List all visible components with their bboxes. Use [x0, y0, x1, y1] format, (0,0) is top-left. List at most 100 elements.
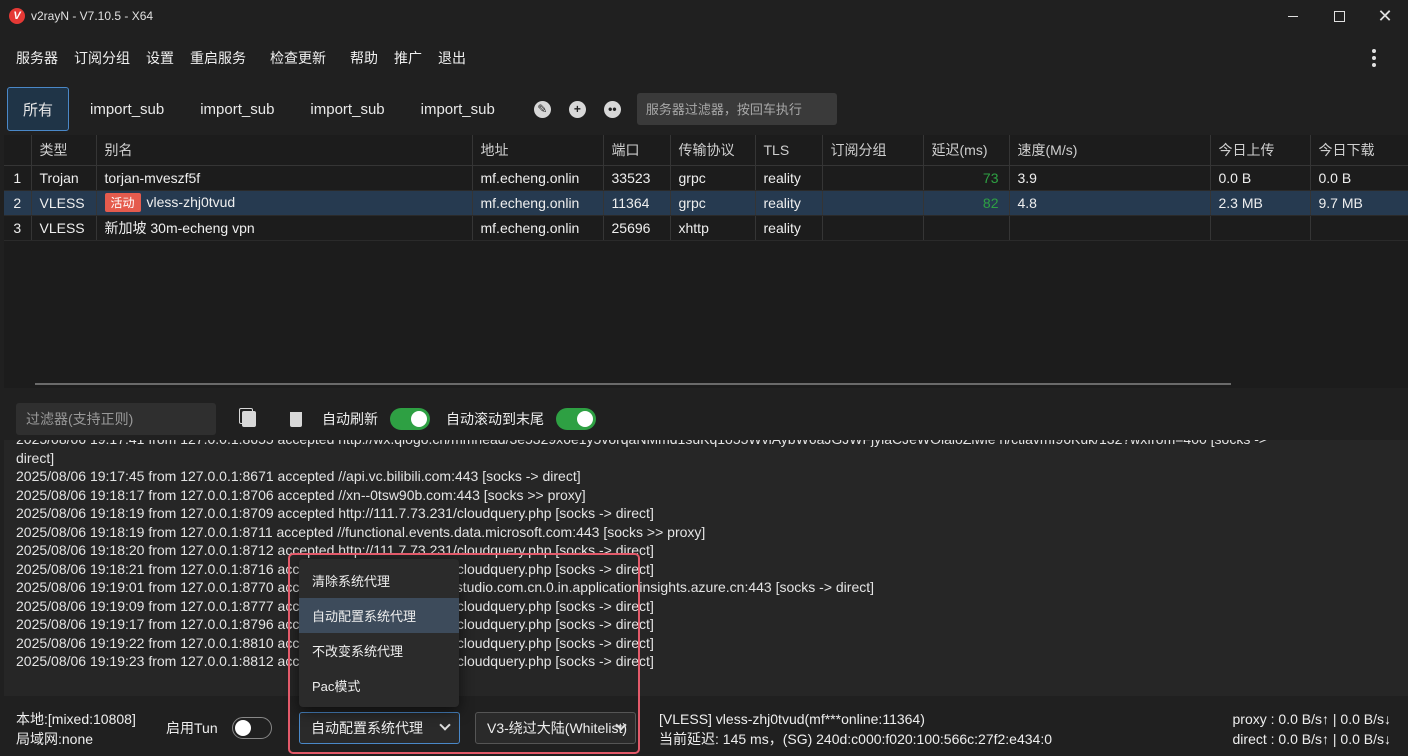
col-address[interactable]: 地址	[472, 135, 604, 166]
app-logo-icon: V	[9, 8, 25, 24]
routing-value: V3-绕过大陆(Whitelist)	[487, 720, 628, 736]
tab-import-sub-4[interactable]: import_sub	[406, 87, 510, 131]
col-transport[interactable]: 传输协议	[670, 135, 756, 166]
option-auto-system-proxy[interactable]: 自动配置系统代理	[299, 598, 459, 633]
auto-scroll-label: 自动滚动到末尾	[446, 411, 544, 427]
auto-refresh-label: 自动刷新	[322, 411, 378, 427]
log-line: 2025/08/06 19:18:21 from 127.0.0.1:8716 …	[16, 560, 654, 577]
tab-import-sub-3[interactable]: import_sub	[295, 87, 399, 131]
system-proxy-value: 自动配置系统代理	[311, 720, 423, 736]
col-subscription[interactable]: 订阅分组	[822, 135, 924, 166]
window-title: v2rayN - V7.10.5 - X64	[31, 9, 154, 23]
current-server-info: [VLESS] vless-zhj0tvud(mf***online:11364…	[659, 709, 1052, 749]
row-upload	[1210, 215, 1311, 241]
plus-icon[interactable]: +	[568, 100, 586, 118]
auto-scroll-toggle[interactable]	[556, 408, 596, 430]
horizontal-scrollbar[interactable]	[35, 383, 1231, 385]
auto-refresh-toggle[interactable]	[390, 408, 430, 430]
table-row-selected[interactable]: 2 VLESS 活动 vless-zhj0tvud mf.echeng.onlin…	[4, 190, 1408, 216]
pencil-icon[interactable]: ✎	[533, 100, 551, 118]
option-keep-system-proxy[interactable]: 不改变系统代理	[299, 633, 459, 668]
more-icon[interactable]: ••	[603, 100, 621, 118]
server-table: 类型 别名 地址 端口 传输协议 TLS 订阅分组 延迟(ms) 速度(M/s)…	[4, 135, 1408, 388]
local-port: 本地:[mixed:10808]	[16, 711, 136, 727]
chevron-down-icon	[439, 719, 451, 731]
menu-settings[interactable]: 设置	[138, 48, 182, 68]
log-line: 2025/08/06 19:19:01 from 127.0.0.1:8770 …	[16, 579, 875, 595]
menu-check-update[interactable]: 检查更新	[262, 48, 334, 68]
row-address: mf.echeng.onlin	[472, 215, 604, 241]
menu-servers[interactable]: 服务器	[8, 48, 66, 68]
row-type: Trojan	[31, 165, 97, 191]
system-proxy-dropdown: 清除系统代理 自动配置系统代理 不改变系统代理 Pac模式	[299, 559, 459, 707]
lan-info: 局域网:none	[16, 731, 94, 747]
col-alias[interactable]: 别名	[96, 135, 473, 166]
row-transport: xhttp	[670, 215, 756, 241]
title-bar: V v2rayN - V7.10.5 - X64 ✕	[0, 0, 1408, 32]
col-delay[interactable]: 延迟(ms)	[923, 135, 1010, 166]
trash-icon[interactable]	[290, 411, 302, 427]
row-download: 0.0 B	[1310, 165, 1408, 191]
row-subscription	[822, 165, 924, 191]
log-toolbar: 自动刷新 自动滚动到末尾	[16, 403, 596, 435]
server-filter-input[interactable]	[636, 93, 837, 125]
tab-import-sub-2[interactable]: import_sub	[185, 87, 289, 131]
current-delay: 当前延迟: 145 ms，(SG) 240d:c000:f020:100:566…	[659, 731, 1053, 747]
minimize-button[interactable]	[1270, 0, 1316, 32]
col-type[interactable]: 类型	[31, 135, 97, 166]
status-bar: 本地:[mixed:10808] 局域网:none 启用Tun 自动配置系统代理…	[0, 700, 1408, 756]
row-upload: 2.3 MB	[1210, 190, 1311, 216]
copy-icon[interactable]	[242, 411, 256, 427]
tab-all[interactable]: 所有	[7, 87, 70, 131]
row-transport: grpc	[670, 190, 756, 216]
row-index: 2	[4, 190, 32, 216]
row-delay: 82	[923, 190, 1010, 216]
direct-speed: direct : 0.0 B/s↑ | 0.0 B/s↓	[1232, 731, 1391, 747]
tun-label: 启用Tun	[166, 720, 218, 736]
menu-restart-service[interactable]: 重启服务	[182, 48, 254, 68]
maximize-button[interactable]	[1316, 0, 1362, 32]
speed-info: proxy : 0.0 B/s↑ | 0.0 B/s↓ direct : 0.0…	[1233, 709, 1391, 749]
tun-toggle[interactable]	[231, 717, 272, 739]
tab-import-sub-1[interactable]: import_sub	[75, 87, 179, 131]
col-port[interactable]: 端口	[603, 135, 671, 166]
menu-promotion[interactable]: 推广	[386, 48, 430, 68]
row-download	[1310, 215, 1408, 241]
row-speed: 3.9	[1009, 165, 1211, 191]
row-index: 3	[4, 215, 32, 241]
row-tls: reality	[755, 190, 823, 216]
col-index[interactable]	[4, 135, 32, 166]
row-address: mf.echeng.onlin	[472, 165, 604, 191]
row-alias-text: 新加坡 30m-echeng vpn	[104, 219, 255, 236]
row-download: 9.7 MB	[1310, 190, 1408, 216]
table-row[interactable]: 1 Trojan torjan-mveszf5f mf.echeng.onlin…	[4, 165, 1408, 191]
option-pac-mode[interactable]: Pac模式	[299, 668, 459, 703]
log-line: 2025/08/06 19:18:19 from 127.0.0.1:8711 …	[16, 523, 706, 540]
col-speed[interactable]: 速度(M/s)	[1009, 135, 1211, 166]
row-port: 33523	[603, 165, 671, 191]
proxy-speed: proxy : 0.0 B/s↑ | 0.0 B/s↓	[1232, 711, 1391, 727]
menu-subscriptions[interactable]: 订阅分组	[66, 48, 138, 68]
log-output[interactable]: 2025/08/06 19:17:41 from 127.0.0.1:8655 …	[4, 440, 1408, 696]
row-subscription	[822, 215, 924, 241]
col-upload-today[interactable]: 今日上传	[1210, 135, 1311, 166]
more-options-icon[interactable]	[1364, 48, 1384, 68]
system-proxy-select[interactable]: 自动配置系统代理	[299, 712, 460, 744]
row-alias-text: torjan-mveszf5f	[104, 169, 201, 186]
log-line: 2025/08/06 19:19:23 from 127.0.0.1:8812 …	[16, 653, 654, 669]
log-line: 2025/08/06 19:18:20 from 127.0.0.1:8712 …	[16, 542, 654, 558]
log-line: 2025/08/06 19:18:19 from 127.0.0.1:8709 …	[16, 505, 654, 521]
table-row[interactable]: 3 VLESS 新加坡 30m-echeng vpn mf.echeng.onl…	[4, 215, 1408, 241]
close-button[interactable]: ✕	[1362, 0, 1408, 32]
menu-bar: 服务器 订阅分组 设置 重启服务 检查更新 帮助 推广 退出	[0, 40, 1408, 76]
menu-exit[interactable]: 退出	[430, 48, 474, 68]
log-filter-input[interactable]	[16, 403, 216, 435]
col-download-today[interactable]: 今日下载	[1310, 135, 1408, 166]
routing-select[interactable]: V3-绕过大陆(Whitelist)	[475, 712, 636, 744]
option-clear-system-proxy[interactable]: 清除系统代理	[299, 563, 459, 598]
col-tls[interactable]: TLS	[755, 135, 823, 166]
log-line: 2025/08/06 19:19:22 from 127.0.0.1:8810 …	[16, 634, 654, 651]
menu-help[interactable]: 帮助	[342, 48, 386, 68]
row-speed	[1009, 215, 1211, 241]
row-alias: 新加坡 30m-echeng vpn	[96, 215, 473, 241]
